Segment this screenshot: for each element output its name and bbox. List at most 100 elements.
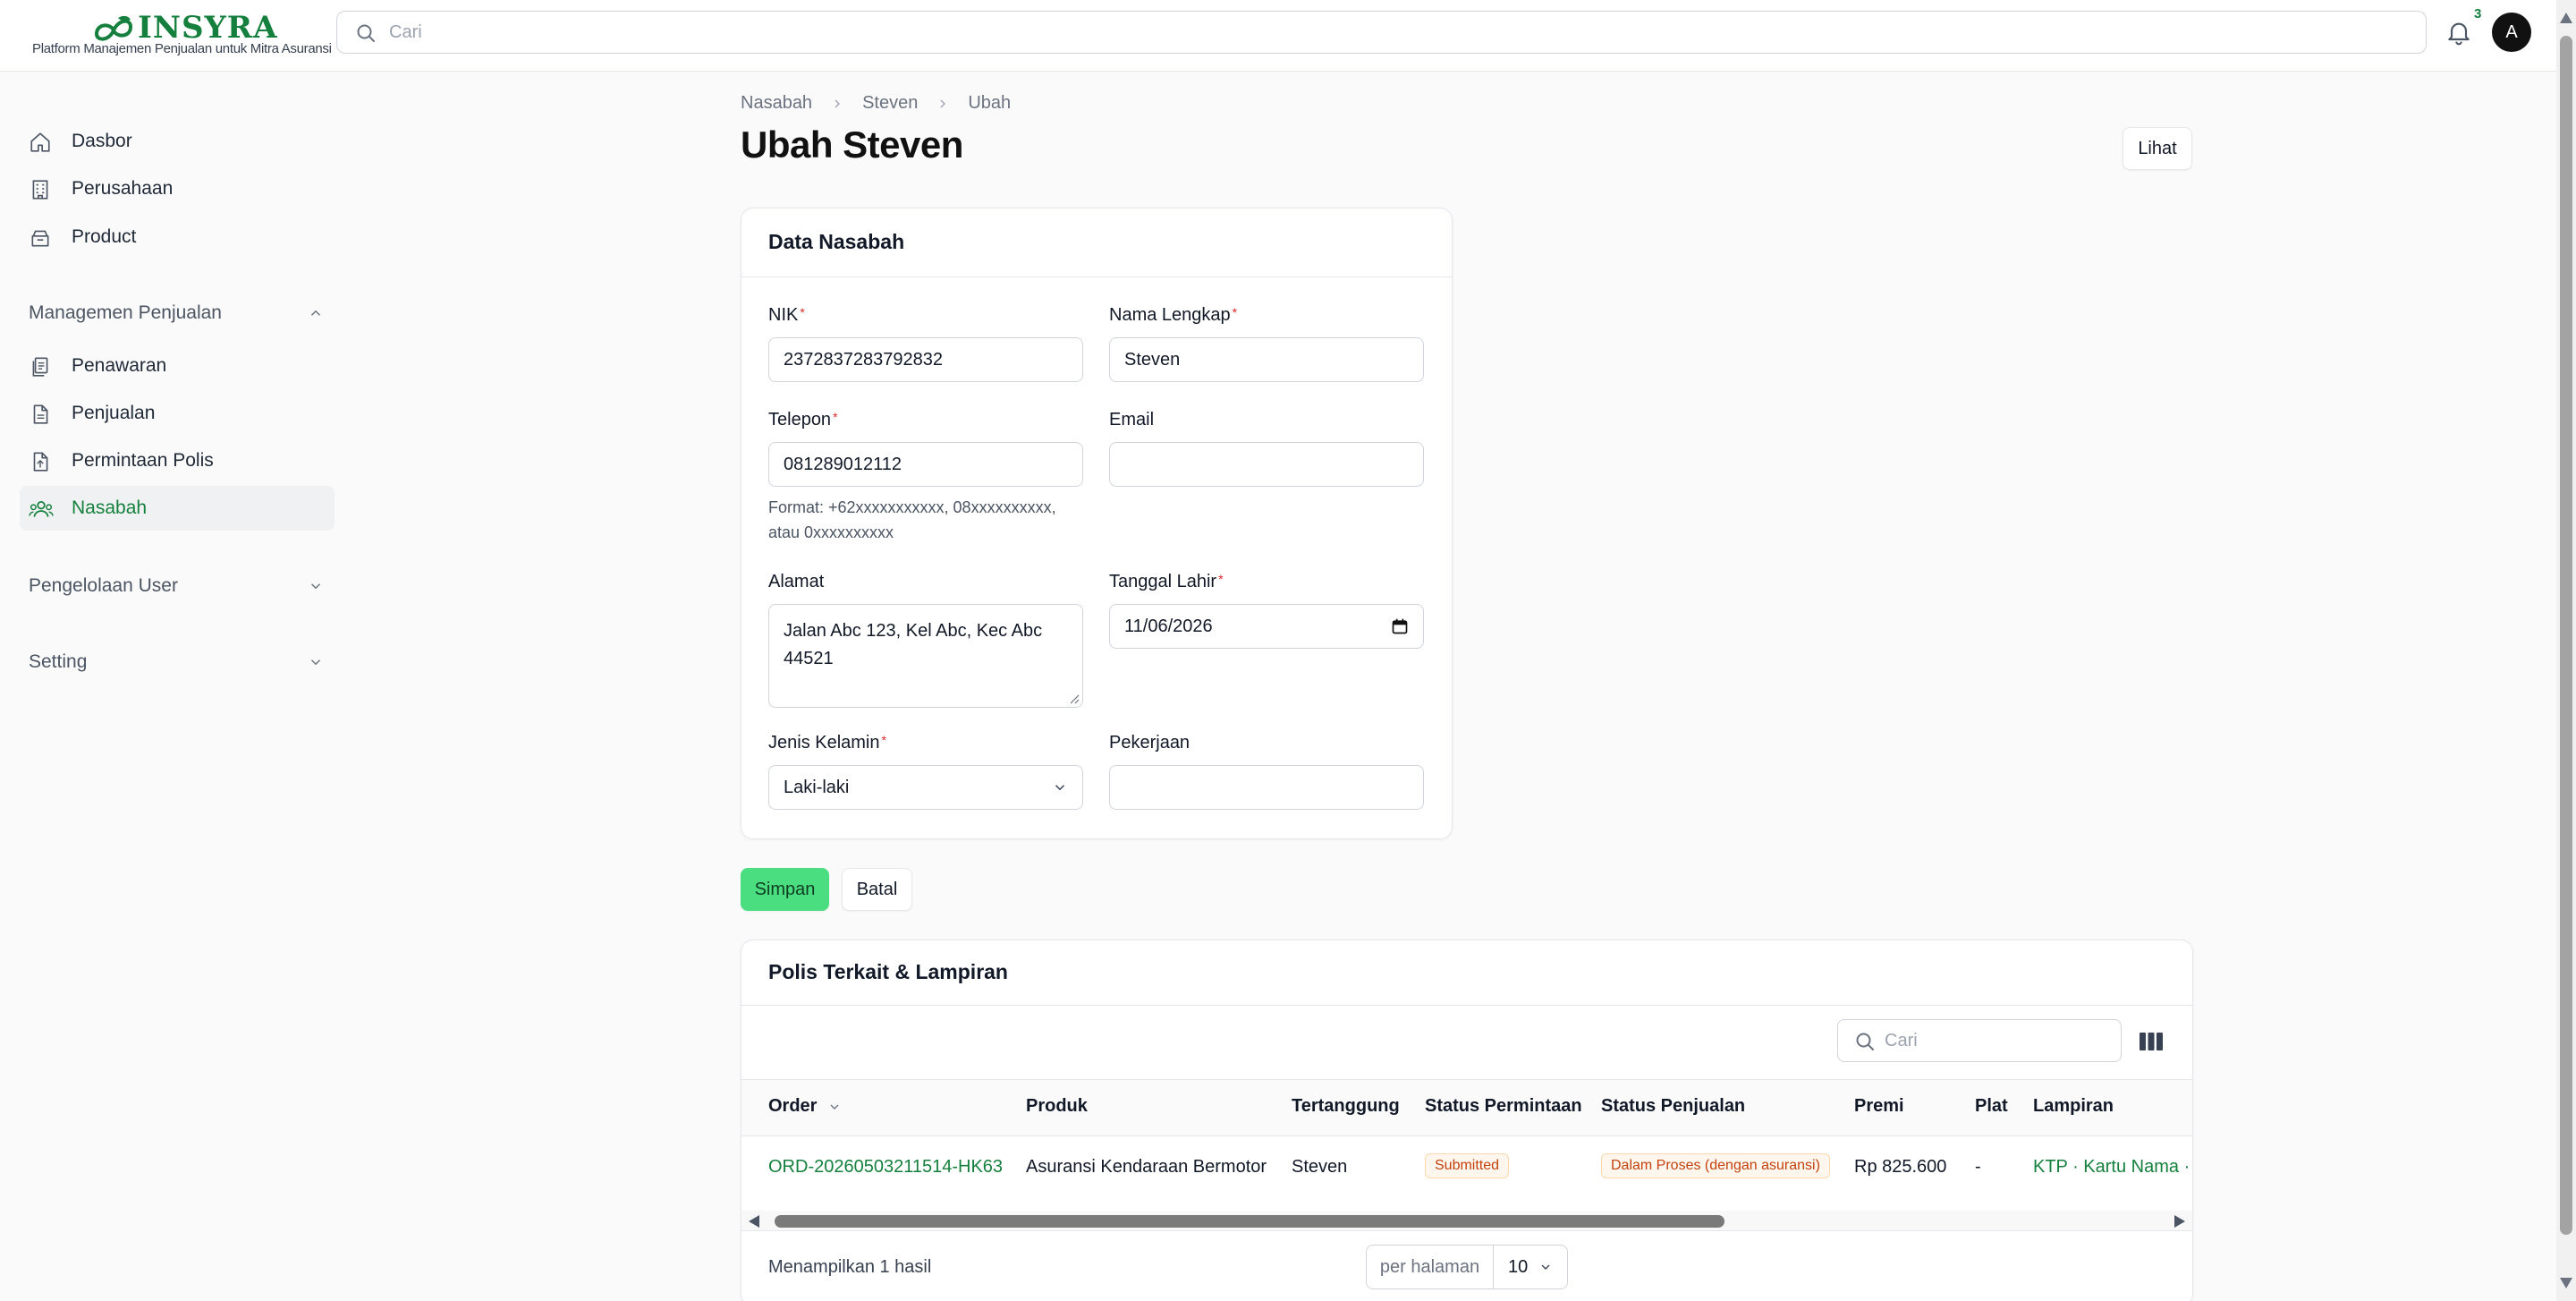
related-policies-card: Polis Terkait & Lampiran Order Produk Te… [741, 940, 2193, 1301]
status-permintaan-badge: Submitted [1425, 1153, 1510, 1178]
column-header-status-penjualan[interactable]: Status Penjualan [1601, 1096, 1745, 1117]
chevron-down-icon [310, 659, 321, 666]
table-search[interactable] [1837, 1019, 2122, 1062]
nama-lengkap-input[interactable] [1109, 337, 1424, 382]
page-scrollbar-thumb[interactable] [2560, 36, 2572, 1235]
file-upload-icon [33, 452, 48, 472]
global-search-input[interactable] [389, 21, 2426, 43]
alamat-textarea[interactable]: Jalan Abc 123, Kel Abc, Kec Abc 44521 [768, 604, 1083, 708]
top-bar: INSYRA Platform Manajemen Penjualan untu… [0, 0, 2556, 72]
documents-icon [32, 357, 48, 377]
column-header-premi[interactable]: Premi [1854, 1096, 1904, 1117]
per-page-value-select[interactable]: 10 [1494, 1246, 1567, 1288]
logo-mark: INSYRA [93, 10, 278, 46]
related-card-title: Polis Terkait & Lampiran [768, 960, 1008, 983]
column-header-plat[interactable]: Plat [1975, 1096, 2008, 1117]
scroll-up-arrow[interactable] [2560, 13, 2572, 23]
required-marker: * [881, 733, 886, 747]
chevron-down-icon [310, 583, 321, 590]
produk-cell: Asuransi Kendaraan Bermotor [1026, 1157, 1267, 1177]
pekerjaan-label: Pekerjaan [1109, 733, 1191, 753]
sidebar-group-label: Pengelolaan User [29, 575, 178, 596]
status-penjualan-badge: Dalam Proses (dengan asuransi) [1601, 1153, 1830, 1178]
columns-icon[interactable] [2139, 1031, 2164, 1052]
breadcrumb-item-steven[interactable]: Steven [862, 93, 918, 114]
calendar-icon[interactable] [1391, 617, 1409, 635]
column-header-produk[interactable]: Produk [1026, 1096, 1088, 1117]
tertanggung-cell: Steven [1292, 1157, 1348, 1177]
bell-icon[interactable] [2445, 18, 2473, 47]
tanggal-lahir-value: 11/06/2026 [1124, 616, 1213, 636]
tanggal-lahir-input[interactable]: 11/06/2026 [1109, 604, 1424, 649]
sidebar-item-penjualan[interactable]: Penjualan [20, 391, 335, 436]
resize-grip-icon[interactable] [1069, 693, 1080, 704]
logo-text: INSYRA [138, 10, 278, 46]
sidebar-group-setting[interactable]: Setting [29, 649, 324, 676]
order-link[interactable]: ORD-20260503211514-HK63 [768, 1157, 1003, 1178]
sidebar-item-dasbor[interactable]: Dasbor [20, 119, 335, 164]
required-marker: * [800, 305, 805, 319]
logo[interactable]: INSYRA Platform Manajemen Penjualan untu… [32, 10, 332, 59]
nik-label: NIK * [768, 305, 805, 326]
customer-form-card: Data Nasabah NIK* Nama Lengkap* Telepon*… [741, 208, 1453, 839]
horizontal-scrollbar-thumb[interactable] [775, 1215, 1724, 1228]
sidebar-group-pengelolaan-user[interactable]: Pengelolaan User [29, 573, 324, 599]
per-page-label: per halaman [1367, 1246, 1494, 1288]
nik-input[interactable] [768, 337, 1083, 382]
card-divider [741, 1230, 2192, 1231]
column-header-tertanggung[interactable]: Tertanggung [1292, 1096, 1400, 1117]
global-search[interactable] [336, 11, 2427, 54]
cancel-button[interactable]: Batal [842, 868, 912, 911]
chevron-down-icon [830, 1104, 839, 1110]
sidebar-item-perusahaan[interactable]: Perusahaan [20, 166, 335, 211]
avatar[interactable]: A [2492, 13, 2531, 52]
telepon-input[interactable] [768, 442, 1083, 487]
required-marker: * [1218, 572, 1224, 586]
save-button[interactable]: Simpan [741, 868, 829, 911]
email-input[interactable] [1109, 442, 1424, 487]
users-icon [29, 501, 54, 517]
sidebar-item-label: Penjualan [72, 403, 156, 423]
scroll-down-arrow[interactable] [2560, 1278, 2572, 1288]
plat-cell: - [1975, 1157, 1981, 1177]
per-page-value: 10 [1508, 1256, 1529, 1277]
telepon-label-text: Telepon [768, 410, 832, 429]
sidebar-item-product[interactable]: Product [20, 215, 335, 259]
required-marker: * [1232, 305, 1238, 319]
search-icon [357, 24, 375, 42]
tanggal-lahir-label-text: Tanggal Lahir [1109, 572, 1217, 591]
jenis-kelamin-select[interactable]: Laki-laki [768, 765, 1083, 810]
notification-count-badge: 3 [2474, 6, 2482, 21]
chevron-right-icon [940, 99, 946, 107]
column-header-lampiran[interactable]: Lampiran [2033, 1096, 2114, 1117]
file-icon [33, 404, 48, 424]
chevron-up-icon [310, 310, 321, 316]
column-header-status-permintaan[interactable]: Status Permintaan [1425, 1096, 1582, 1117]
scroll-right-arrow[interactable] [2174, 1215, 2185, 1228]
per-page-select[interactable]: per halaman 10 [1366, 1245, 1568, 1289]
breadcrumb-item-nasabah[interactable]: Nasabah [741, 93, 812, 114]
jenis-kelamin-label-text: Jenis Kelamin [768, 733, 880, 753]
sidebar-item-permintaan-polis[interactable]: Permintaan Polis [20, 438, 335, 483]
pekerjaan-input[interactable] [1109, 765, 1424, 810]
sidebar-item-label: Nasabah [72, 497, 148, 518]
page-title: Ubah Steven [741, 123, 963, 166]
search-icon [1856, 1033, 1874, 1050]
tanggal-lahir-label: Tanggal Lahir * [1109, 572, 1224, 592]
breadcrumb: Nasabah Steven Ubah [741, 93, 1011, 114]
infinity-leaf-icon [94, 15, 133, 41]
alamat-label: Alamat [768, 572, 825, 591]
home-icon [30, 132, 50, 152]
lampiran-links[interactable]: KTP · Kartu Nama · B [2033, 1157, 2190, 1178]
view-button[interactable]: Lihat [2123, 127, 2192, 170]
sidebar-item-nasabah[interactable]: Nasabah [20, 486, 335, 531]
sidebar-item-penawaran[interactable]: Penawaran [20, 344, 335, 388]
scroll-left-arrow[interactable] [749, 1215, 759, 1228]
horizontal-scrollbar[interactable] [741, 1211, 2192, 1230]
result-count: Menampilkan 1 hasil [768, 1257, 932, 1277]
table-search-input[interactable] [1885, 1030, 2121, 1051]
sidebar-group-managemen-penjualan[interactable]: Managemen Penjualan [29, 300, 324, 327]
page-scrollbar[interactable] [2556, 0, 2576, 1301]
nik-label-text: NIK [768, 305, 799, 325]
column-header-order[interactable]: Order [768, 1096, 842, 1117]
